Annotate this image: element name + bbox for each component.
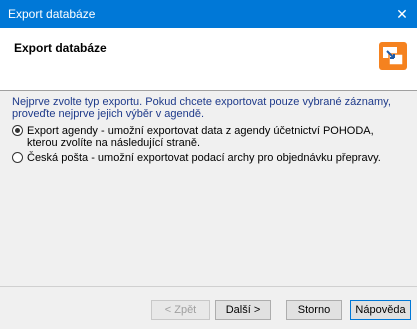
next-button[interactable]: Další > [215, 300, 271, 320]
page-title: Export databáze [14, 41, 107, 55]
window-title: Export databáze [8, 7, 96, 21]
close-icon[interactable]: ✕ [387, 0, 417, 28]
export-database-icon [379, 42, 407, 70]
back-button[interactable]: < Zpět [151, 300, 210, 320]
radio-ceska-posta[interactable] [12, 152, 23, 163]
wizard-header: Export databáze [0, 28, 417, 90]
title-bar: Export databáze ✕ [0, 0, 417, 28]
option-ceska-posta[interactable]: Česká pošta - umožní exportovat podací a… [12, 152, 406, 166]
header-divider [0, 90, 417, 91]
intro-text: Nejprve zvolte typ exportu. Pokud chcete… [12, 96, 391, 120]
export-dialog: Export databáze ✕ Export databáze Nejprv… [0, 0, 417, 329]
option-label: Česká pošta - umožní exportovat podací a… [27, 152, 381, 164]
option-label: Export agendy - umožní exportovat data z… [27, 125, 374, 149]
footer-divider [0, 286, 417, 287]
radio-export-agendy[interactable] [12, 125, 23, 136]
option-export-agendy[interactable]: Export agendy - umožní exportovat data z… [12, 125, 406, 151]
help-button[interactable]: Nápověda [350, 300, 411, 320]
cancel-button[interactable]: Storno [286, 300, 342, 320]
